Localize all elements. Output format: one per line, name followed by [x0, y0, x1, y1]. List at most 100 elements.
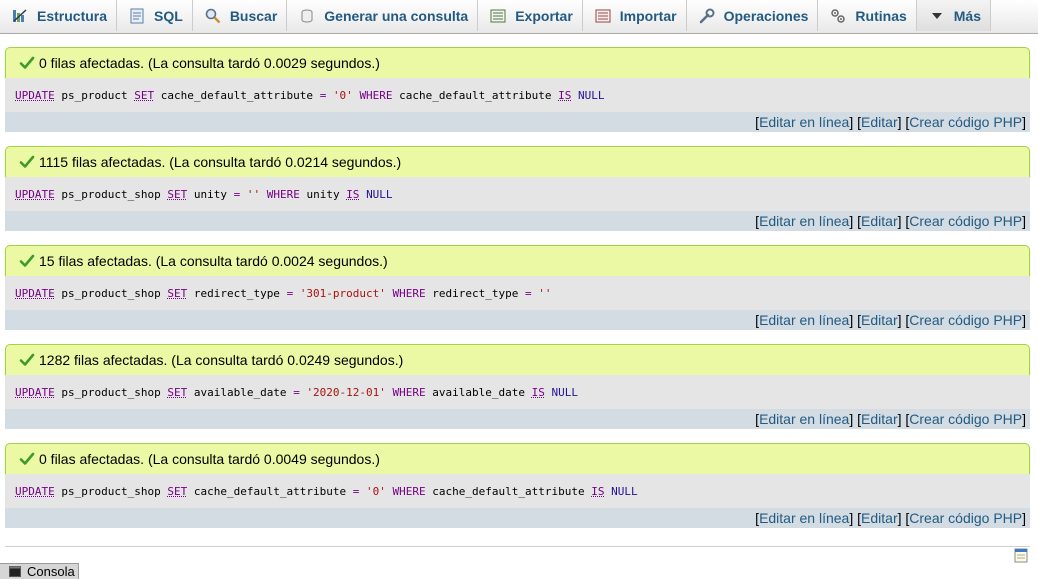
query-result-block: 1115 filas afectadas. (La consulta tardó…	[5, 146, 1030, 231]
edit-inline-link[interactable]: Editar en línea	[759, 312, 849, 328]
tab-label: SQL	[154, 7, 183, 24]
sql-token: UPDATE	[15, 88, 55, 102]
sql-token: cache_default_attribute	[392, 88, 559, 102]
tab-sql[interactable]: SQL	[117, 0, 193, 31]
search-icon	[204, 7, 222, 25]
sql-token: =	[286, 286, 294, 300]
tab-label: Más	[953, 7, 981, 24]
sql-token: WHERE	[392, 484, 426, 498]
bracket: ] [	[897, 114, 910, 130]
tab-operaciones[interactable]: Operaciones	[687, 0, 819, 31]
sql-token: NULL	[551, 385, 579, 399]
sql-token: =	[319, 88, 327, 102]
sql-token: available_date	[187, 385, 294, 399]
tab-label: Buscar	[229, 7, 278, 24]
sql-token: NULL	[578, 88, 605, 102]
triangle-down-icon	[928, 7, 946, 25]
sql-token: ps_product	[54, 88, 135, 102]
sql-token: UPDATE	[15, 286, 55, 300]
sql-token: redirect_type	[425, 286, 525, 300]
tab-label: Exportar	[515, 7, 573, 24]
success-message: 15 filas afectadas. (La consulta tardó 0…	[5, 245, 1030, 276]
sql-token: =	[525, 286, 532, 300]
bracket: ]	[1022, 114, 1026, 130]
bracket: ] [	[849, 114, 862, 130]
sql-token: ''	[246, 187, 261, 201]
checkmark-icon	[19, 55, 35, 71]
sql-token: WHERE	[392, 385, 426, 399]
edit-inline-link[interactable]: Editar en línea	[759, 213, 849, 229]
bracket: ] [	[849, 510, 862, 526]
sql-token: unity	[187, 187, 234, 201]
sql-token: ps_product_shop	[54, 385, 168, 399]
tab-importar[interactable]: Importar	[583, 0, 687, 31]
sql-token: unity	[299, 187, 347, 201]
tab-buscar[interactable]: Buscar	[193, 0, 288, 31]
console-label: Consola	[27, 564, 75, 579]
sql-token: cache_default_attribute	[187, 484, 353, 498]
sql-token: '2020-12-01'	[306, 385, 386, 399]
sql-query: UPDATE ps_product SET cache_default_attr…	[5, 78, 1030, 112]
sql-token: cache_default_attribute	[425, 484, 592, 498]
sql-token: NULL	[611, 484, 638, 498]
import-icon	[594, 7, 612, 25]
bracket: ] [	[849, 213, 862, 229]
tab-exportar[interactable]: Exportar	[478, 0, 583, 31]
edit-link[interactable]: Editar	[861, 312, 898, 328]
query-result-block: 0 filas afectadas. (La consulta tardó 0.…	[5, 443, 1030, 528]
edit-link[interactable]: Editar	[861, 213, 898, 229]
tab-estructura[interactable]: Estructura	[0, 0, 118, 31]
console-tab[interactable]: Consola	[0, 563, 79, 579]
sql-token: UPDATE	[15, 484, 55, 498]
sql-query: UPDATE ps_product_shop SET unity = '' WH…	[5, 177, 1030, 211]
sql-token: SET	[167, 484, 188, 498]
bracket: ]	[1022, 510, 1026, 526]
edit-link[interactable]: Editar	[861, 114, 898, 130]
export-icon	[489, 7, 507, 25]
query-actions: [Editar en línea] [Editar] [Crear código…	[5, 211, 1030, 231]
edit-inline-link[interactable]: Editar en línea	[759, 510, 849, 526]
bracket: ] [	[897, 411, 910, 427]
edit-link[interactable]: Editar	[861, 411, 898, 427]
edit-inline-link[interactable]: Editar en línea	[759, 114, 849, 130]
console-icon	[9, 566, 21, 577]
sql-token: '0'	[332, 88, 353, 102]
tab-label: Operaciones	[723, 7, 809, 24]
query-actions: [Editar en línea] [Editar] [Crear código…	[5, 409, 1030, 429]
query-results: 0 filas afectadas. (La consulta tardó 0.…	[5, 47, 1030, 542]
create-php-link[interactable]: Crear código PHP	[909, 213, 1022, 229]
create-php-link[interactable]: Crear código PHP	[909, 411, 1022, 427]
edit-inline-link[interactable]: Editar en línea	[759, 411, 849, 427]
sql-query: UPDATE ps_product_shop SET available_dat…	[5, 375, 1030, 409]
sql-token: SET	[167, 187, 188, 201]
sql-token: SET	[167, 385, 188, 399]
tab-rutinas[interactable]: Rutinas	[818, 0, 917, 31]
checkmark-icon	[19, 253, 35, 269]
sql-icon	[128, 7, 146, 25]
checkmark-icon	[19, 451, 35, 467]
sql-query: UPDATE ps_product_shop SET redirect_type…	[5, 276, 1030, 310]
query-result-block: 0 filas afectadas. (La consulta tardó 0.…	[5, 47, 1030, 132]
create-php-link[interactable]: Crear código PHP	[909, 312, 1022, 328]
sql-token: '301-product'	[299, 286, 386, 300]
query-icon	[298, 7, 316, 25]
tab-mas[interactable]: Más	[916, 0, 991, 31]
create-php-link[interactable]: Crear código PHP	[909, 510, 1022, 526]
edit-link[interactable]: Editar	[861, 510, 898, 526]
tab-generar-consulta[interactable]: Generar una consulta	[287, 0, 479, 31]
bracket: ]	[1022, 312, 1026, 328]
query-result-block: 15 filas afectadas. (La consulta tardó 0…	[5, 245, 1030, 330]
tab-label: Importar	[619, 7, 677, 24]
tab-label: Rutinas	[855, 7, 907, 24]
sql-token: cache_default_attribute	[154, 88, 320, 102]
sql-token: ps_product_shop	[54, 286, 168, 300]
create-php-link[interactable]: Crear código PHP	[909, 114, 1022, 130]
success-message: 0 filas afectadas. (La consulta tardó 0.…	[5, 47, 1030, 78]
notepad-icon[interactable]	[1014, 548, 1028, 563]
